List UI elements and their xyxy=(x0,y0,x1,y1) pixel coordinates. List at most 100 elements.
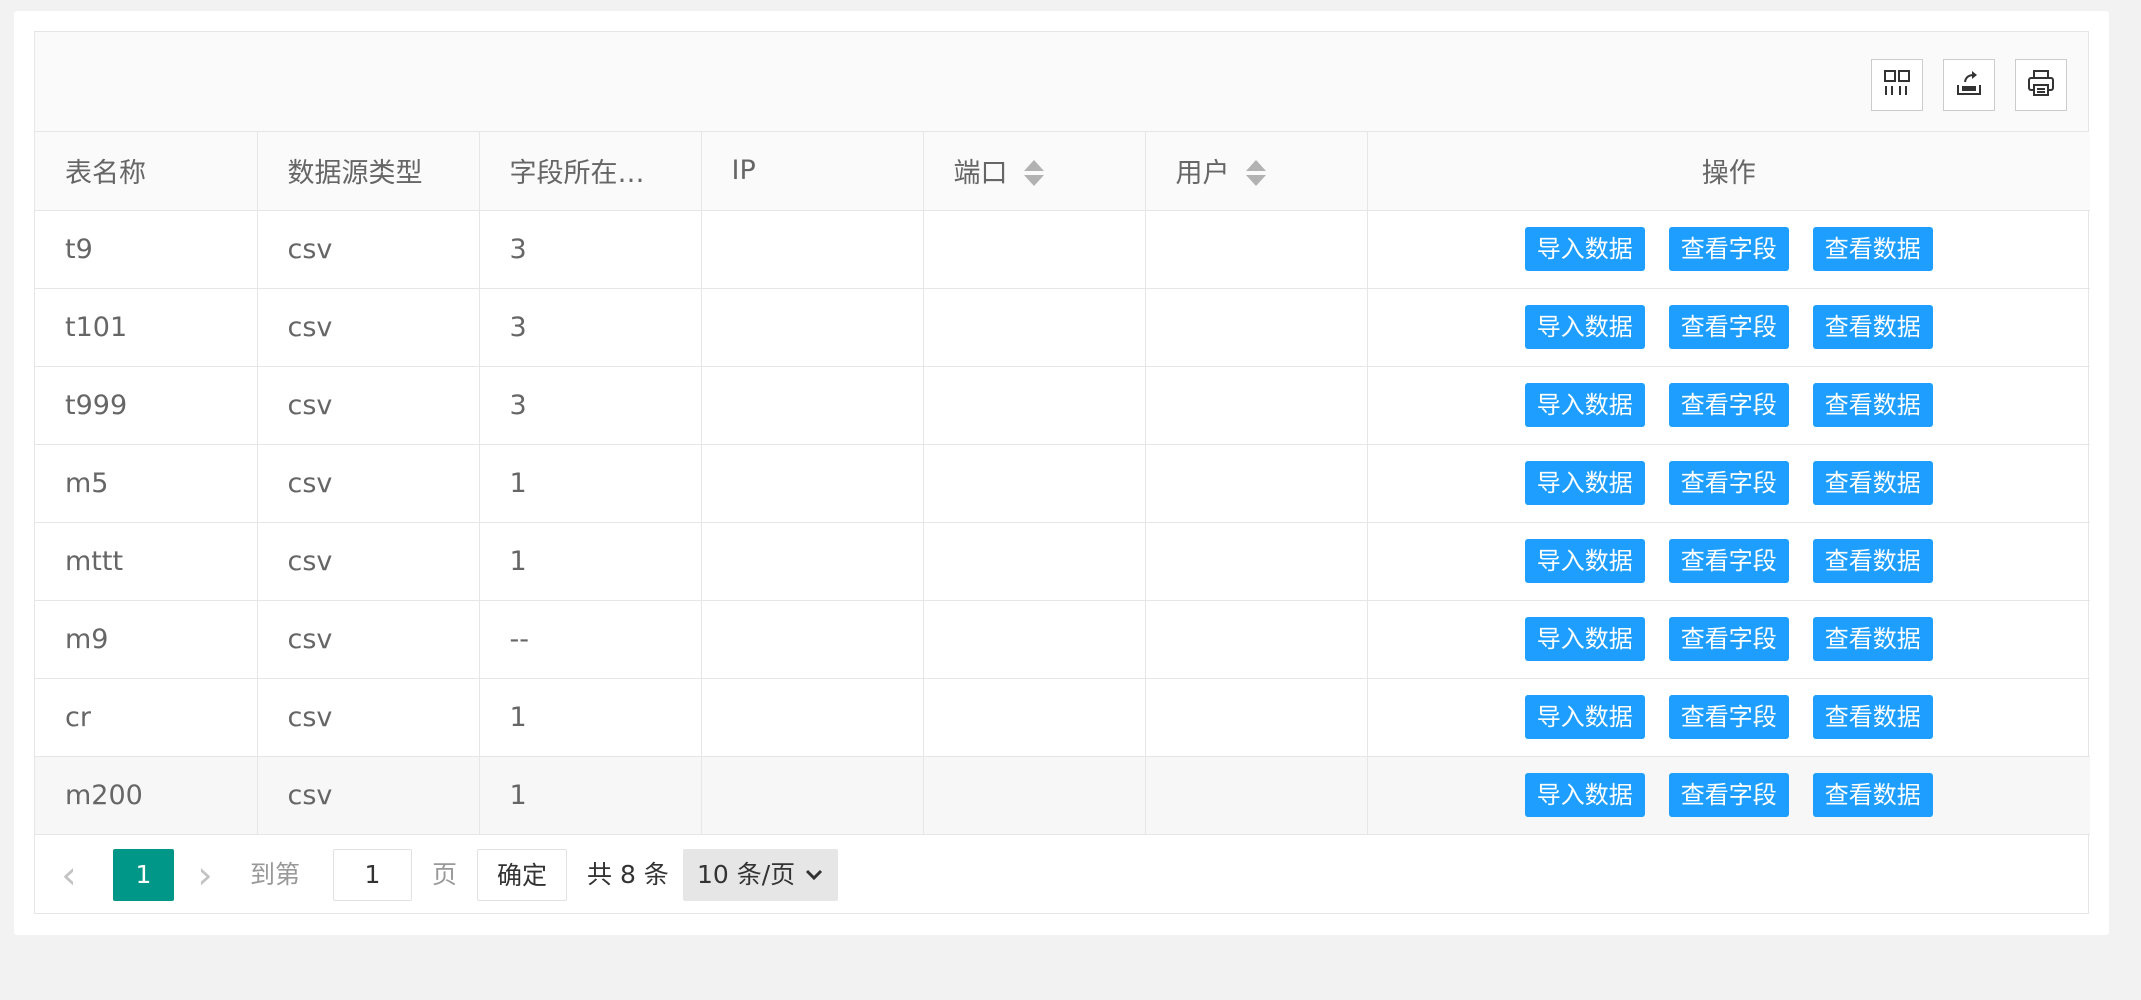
page-size-value: 10 条/页 xyxy=(697,859,796,889)
cell-ops: 导入数据 查看字段 查看数据 xyxy=(1367,444,2090,523)
cell-port xyxy=(923,600,1146,679)
view-data-button[interactable]: 查看数据 xyxy=(1812,617,1933,661)
print-icon xyxy=(2026,68,2056,102)
table-header-row: 表名称 数据源类型 字段所在… IP 端口 用户 操作 xyxy=(35,132,2090,211)
import-data-button[interactable]: 导入数据 xyxy=(1524,227,1645,271)
cell-ip xyxy=(701,600,924,679)
table-row: t9 csv 3 导入数据 查看字段 查看数据 xyxy=(35,210,2090,289)
current-page-button[interactable]: 1 xyxy=(113,848,174,901)
table-row: m5 csv 1 导入数据 查看字段 查看数据 xyxy=(35,444,2090,523)
view-data-button[interactable]: 查看数据 xyxy=(1812,461,1933,505)
view-fields-button[interactable]: 查看字段 xyxy=(1668,305,1789,349)
import-data-button[interactable]: 导入数据 xyxy=(1524,461,1645,505)
col-header-field-location: 字段所在… xyxy=(479,132,702,211)
import-data-button[interactable]: 导入数据 xyxy=(1524,617,1645,661)
cell-port xyxy=(923,756,1146,835)
import-data-button[interactable]: 导入数据 xyxy=(1524,305,1645,349)
view-fields-button[interactable]: 查看字段 xyxy=(1668,383,1789,427)
cell-field-location: -- xyxy=(479,600,702,679)
export-button[interactable] xyxy=(1943,59,1995,111)
view-fields-button[interactable]: 查看字段 xyxy=(1668,461,1789,505)
cell-source-type: csv xyxy=(257,444,480,523)
table-row: m9 csv -- 导入数据 查看字段 查看数据 xyxy=(35,600,2090,679)
col-header-name: 表名称 xyxy=(35,132,258,211)
cell-user xyxy=(1145,210,1368,289)
view-data-button[interactable]: 查看数据 xyxy=(1812,773,1933,817)
export-icon xyxy=(1954,68,1984,102)
cell-user xyxy=(1145,678,1368,757)
sort-icon[interactable] xyxy=(1245,159,1266,187)
table-toolbar xyxy=(35,32,2088,132)
view-fields-button[interactable]: 查看字段 xyxy=(1668,773,1789,817)
cell-ops: 导入数据 查看字段 查看数据 xyxy=(1367,210,2090,289)
cell-user xyxy=(1145,600,1368,679)
page-size-select[interactable]: 10 条/页 xyxy=(683,848,838,901)
cell-ip xyxy=(701,288,924,367)
view-fields-button[interactable]: 查看字段 xyxy=(1668,617,1789,661)
cell-field-location: 3 xyxy=(479,210,702,289)
goto-page-input[interactable] xyxy=(333,848,412,901)
import-data-button[interactable]: 导入数据 xyxy=(1524,773,1645,817)
cell-ip xyxy=(701,756,924,835)
data-table-container: 表名称 数据源类型 字段所在… IP 端口 用户 操作 t9 csv 3 导入数据 查看… xyxy=(34,31,2090,915)
cell-user xyxy=(1145,288,1368,367)
view-data-button[interactable]: 查看数据 xyxy=(1812,305,1933,349)
columns-icon xyxy=(1882,68,1912,102)
cell-field-location: 3 xyxy=(479,366,702,445)
view-data-button[interactable]: 查看数据 xyxy=(1812,539,1933,583)
table-row: m200 csv 1 导入数据 查看字段 查看数据 xyxy=(35,756,2090,835)
view-data-button[interactable]: 查看数据 xyxy=(1812,383,1933,427)
goto-confirm-button[interactable]: 确定 xyxy=(477,848,567,901)
view-fields-button[interactable]: 查看字段 xyxy=(1668,695,1789,739)
cell-field-location: 1 xyxy=(479,444,702,523)
cell-field-location: 3 xyxy=(479,288,702,367)
cell-ops: 导入数据 查看字段 查看数据 xyxy=(1367,678,2090,757)
cell-field-location: 1 xyxy=(479,756,702,835)
import-data-button[interactable]: 导入数据 xyxy=(1524,539,1645,583)
cell-field-location: 1 xyxy=(479,522,702,601)
cell-source-type: csv xyxy=(257,210,480,289)
table-card: 表名称 数据源类型 字段所在… IP 端口 用户 操作 t9 csv 3 导入数据 查看… xyxy=(14,11,2109,935)
cell-port xyxy=(923,210,1146,289)
columns-toggle-button[interactable] xyxy=(1871,59,1923,111)
view-data-button[interactable]: 查看数据 xyxy=(1812,227,1933,271)
cell-port xyxy=(923,678,1146,757)
col-header-source-type: 数据源类型 xyxy=(257,132,480,211)
pagination: ‹ 1 › 到第 页 确定 共 8 条 10 条/页 xyxy=(35,835,2088,915)
cell-source-type: csv xyxy=(257,522,480,601)
total-count: 共 8 条 xyxy=(587,859,669,889)
table-row: t101 csv 3 导入数据 查看字段 查看数据 xyxy=(35,288,2090,367)
prev-page-button[interactable]: ‹ xyxy=(49,849,89,901)
cell-name: m9 xyxy=(35,600,258,679)
cell-ip xyxy=(701,522,924,601)
cell-name: m200 xyxy=(35,756,258,835)
cell-port xyxy=(923,366,1146,445)
cell-port xyxy=(923,444,1146,523)
view-data-button[interactable]: 查看数据 xyxy=(1812,695,1933,739)
table-row: cr csv 1 导入数据 查看字段 查看数据 xyxy=(35,678,2090,757)
cell-ops: 导入数据 查看字段 查看数据 xyxy=(1367,366,2090,445)
cell-name: t999 xyxy=(35,366,258,445)
cell-name: m5 xyxy=(35,444,258,523)
import-data-button[interactable]: 导入数据 xyxy=(1524,695,1645,739)
import-data-button[interactable]: 导入数据 xyxy=(1524,383,1645,427)
col-header-port[interactable]: 端口 xyxy=(923,132,1146,211)
table-row: t999 csv 3 导入数据 查看字段 查看数据 xyxy=(35,366,2090,445)
next-page-button[interactable]: › xyxy=(185,849,225,901)
cell-user xyxy=(1145,522,1368,601)
cell-ops: 导入数据 查看字段 查看数据 xyxy=(1367,288,2090,367)
cell-user xyxy=(1145,366,1368,445)
cell-ops: 导入数据 查看字段 查看数据 xyxy=(1367,600,2090,679)
cell-name: cr xyxy=(35,678,258,757)
print-button[interactable] xyxy=(2015,59,2067,111)
col-header-user[interactable]: 用户 xyxy=(1145,132,1368,211)
view-fields-button[interactable]: 查看字段 xyxy=(1668,539,1789,583)
view-fields-button[interactable]: 查看字段 xyxy=(1668,227,1789,271)
cell-name: mttt xyxy=(35,522,258,601)
cell-name: t9 xyxy=(35,210,258,289)
chevron-down-icon xyxy=(804,849,824,919)
cell-port xyxy=(923,288,1146,367)
sort-icon[interactable] xyxy=(1023,159,1044,187)
table-row: mttt csv 1 导入数据 查看字段 查看数据 xyxy=(35,522,2090,601)
col-header-port-label: 端口 xyxy=(953,158,1008,190)
